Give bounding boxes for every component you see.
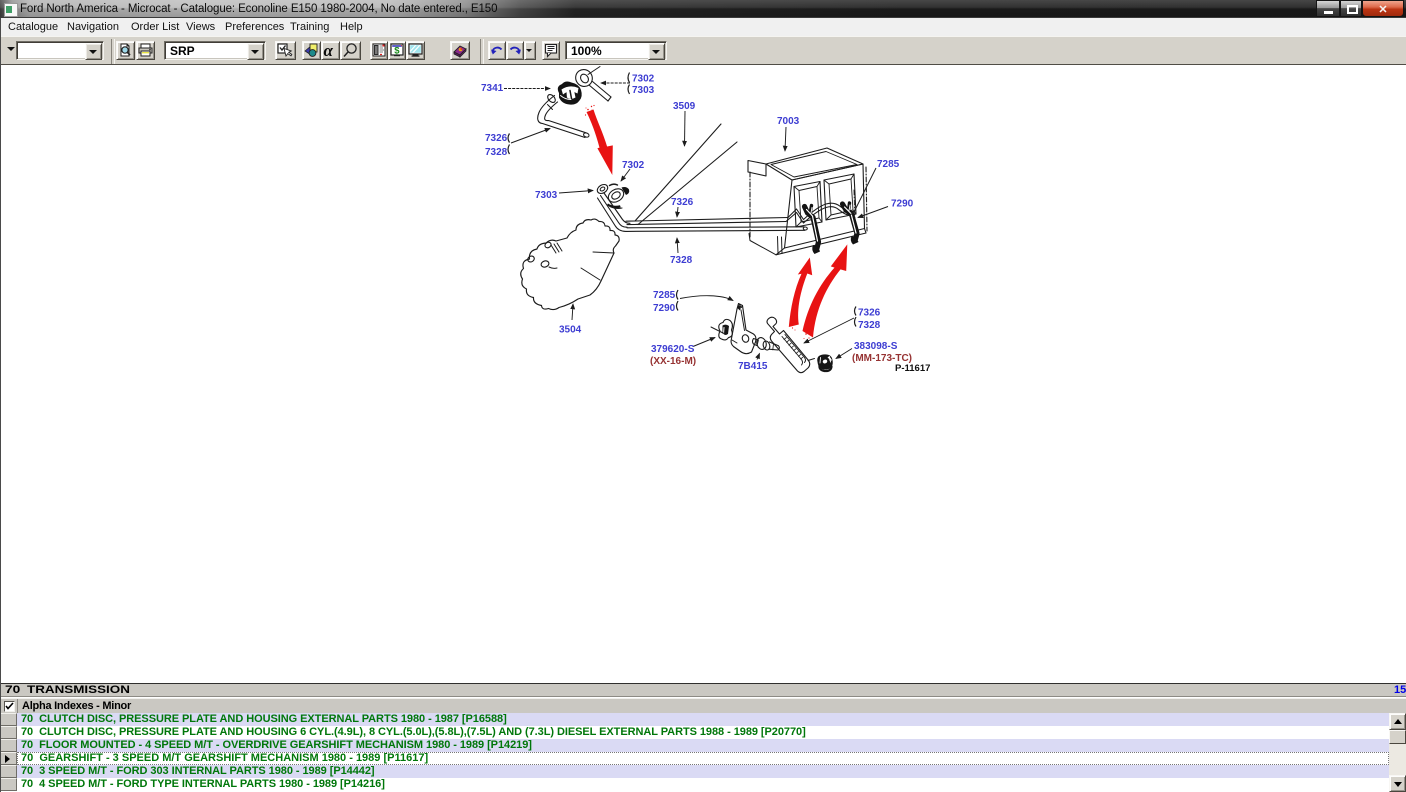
svg-text:$: $ (394, 46, 400, 57)
svg-text:7290: 7290 (891, 199, 914, 210)
svg-text:7290: 7290 (653, 303, 676, 314)
svg-text:7328: 7328 (485, 147, 508, 158)
svg-text:7328: 7328 (670, 255, 693, 266)
svg-text:383098-S: 383098-S (854, 341, 898, 352)
svg-text:3504: 3504 (559, 325, 582, 336)
svg-text:7003: 7003 (777, 116, 800, 127)
svg-text:(XX-16-M): (XX-16-M) (650, 356, 696, 367)
svg-text:7326: 7326 (671, 197, 694, 208)
svg-text:7326: 7326 (485, 133, 508, 144)
svg-text:7302: 7302 (622, 160, 645, 171)
svg-text:7285: 7285 (653, 290, 676, 301)
svg-text:7303: 7303 (535, 190, 558, 201)
svg-text:379620-S: 379620-S (651, 344, 695, 355)
svg-text:7303: 7303 (632, 85, 655, 96)
svg-text:7285: 7285 (877, 159, 900, 170)
svg-text:7B415: 7B415 (738, 361, 768, 372)
svg-text:7302: 7302 (632, 74, 655, 85)
svg-text:7328: 7328 (858, 320, 881, 331)
svg-text:7341: 7341 (481, 83, 504, 94)
svg-text:3509: 3509 (673, 101, 696, 112)
svg-text:P-11617: P-11617 (895, 363, 930, 374)
svg-text:7326: 7326 (858, 308, 881, 319)
svg-text:α: α (324, 42, 334, 59)
